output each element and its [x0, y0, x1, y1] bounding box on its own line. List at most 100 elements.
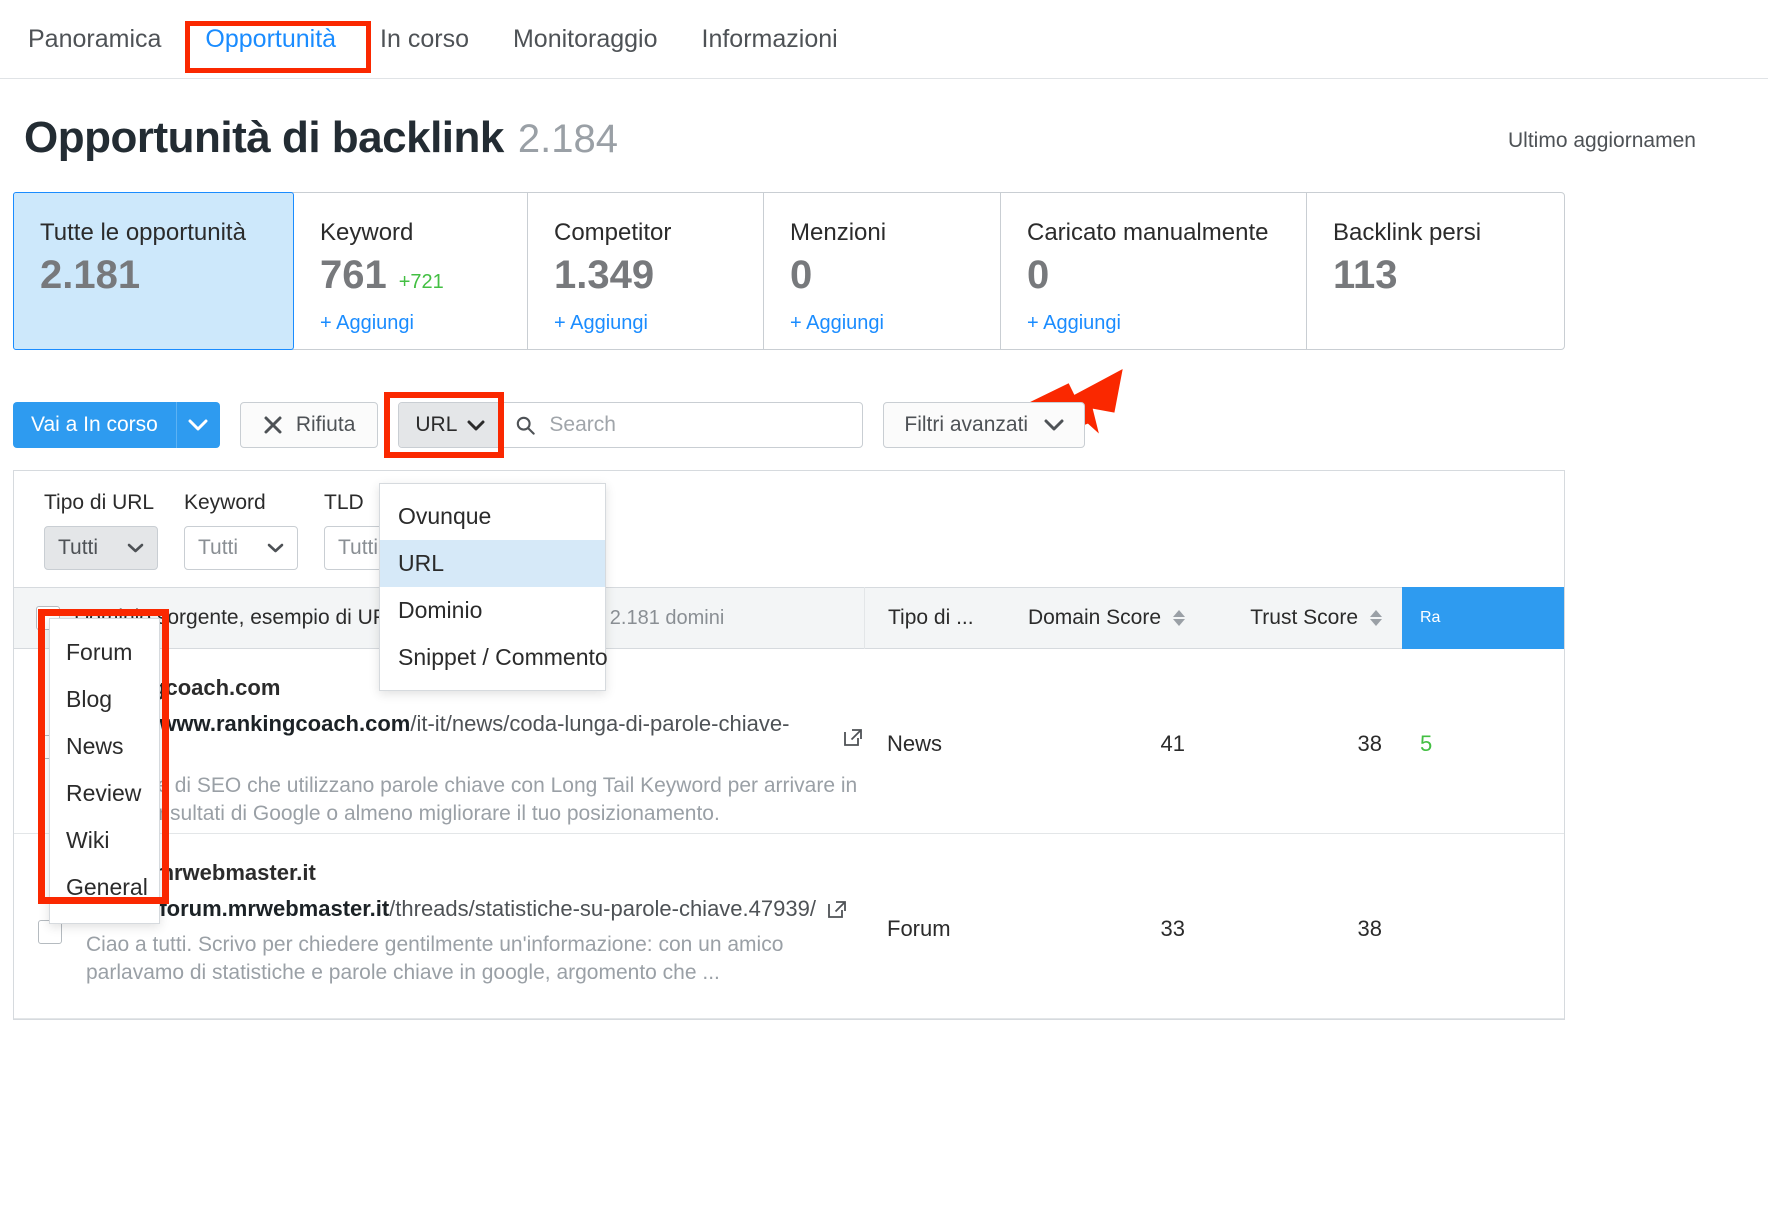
row-url[interactable]: https://forum.mrwebmaster.it/threads/sta…: [86, 896, 864, 922]
search-input-wrap: [502, 403, 862, 447]
stat-card-competitor[interactable]: Competitor 1.349 + Aggiungi: [528, 193, 764, 349]
row-trust-score: 38: [1205, 860, 1402, 1018]
last-update-label: Ultimo aggiornamen: [1508, 129, 1768, 153]
search-group: URL: [398, 402, 863, 448]
main-navbar: Panoramica Opportunità In corso Monitora…: [0, 0, 1768, 79]
row-url[interactable]: https://www.rankingcoach.com/it-it/news/…: [86, 711, 864, 763]
stat-card-label: Menzioni: [790, 219, 1000, 247]
external-link-icon[interactable]: [826, 898, 848, 920]
url-type-option-blog[interactable]: Blog: [50, 676, 159, 723]
scope-option-url[interactable]: URL: [380, 540, 605, 587]
nav-item-in-corso[interactable]: In corso: [380, 25, 469, 54]
stat-card-caricato-manualmente[interactable]: Caricato manualmente 0 + Aggiungi: [1001, 193, 1307, 349]
search-scope-value: URL: [415, 413, 457, 437]
nav-item-monitoraggio[interactable]: Monitoraggio: [513, 25, 658, 54]
table-row[interactable]: forum.mrwebmaster.it https://forum.mrweb…: [14, 834, 1564, 1019]
page-title: Opportunità di backlink: [24, 113, 504, 163]
sort-icon[interactable]: [1368, 609, 1384, 627]
row-domain-cell: rankingcoach.com https://www.rankingcoac…: [74, 675, 864, 833]
table-header-row: Dominio sorgente, esempio di URL e snipp…: [14, 587, 1564, 649]
nav-item-opportunita[interactable]: Opportunità: [205, 25, 336, 54]
stat-card-keyword[interactable]: Keyword 761 +721 + Aggiungi: [294, 193, 528, 349]
column-header-type[interactable]: Tipo di ...: [864, 587, 1019, 649]
filter-label: Tipo di URL: [44, 491, 158, 515]
row-url-path-part: /threads/statistiche-su-parole-chiave.47…: [389, 896, 816, 921]
stat-card-add-link[interactable]: + Aggiungi: [554, 312, 648, 335]
row-rank: 5: [1402, 675, 1564, 833]
filter-keyword: Keyword Tutti: [184, 491, 298, 570]
stat-card-label: Tutte le opportunità: [40, 219, 293, 247]
opportunities-toolbar: Vai a In corso Rifiuta URL Filtri avanza…: [13, 402, 1768, 448]
stat-card-menzioni[interactable]: Menzioni 0 + Aggiungi: [764, 193, 1001, 349]
stat-card-add-link[interactable]: + Aggiungi: [1027, 312, 1121, 335]
search-input[interactable]: [547, 412, 848, 438]
chevron-down-icon: [127, 543, 144, 553]
opportunities-table: Dominio sorgente, esempio di URL e snipp…: [13, 587, 1565, 1020]
filter-url-type-select[interactable]: Tutti: [44, 526, 158, 570]
search-scope-dropdown-menu: Ovunque URL Dominio Snippet / Commento: [379, 483, 606, 691]
stat-card-number: 0: [790, 253, 812, 298]
chevron-down-icon: [188, 419, 208, 431]
filter-value: Tutti: [198, 536, 238, 560]
stat-card-add-link[interactable]: + Aggiungi: [790, 312, 884, 335]
stat-card-value: 1.349: [554, 253, 763, 298]
row-domain-cell: forum.mrwebmaster.it https://forum.mrweb…: [74, 860, 864, 1018]
chevron-down-icon: [267, 543, 284, 553]
filter-keyword-select[interactable]: Tutti: [184, 526, 298, 570]
row-type: News: [864, 675, 1019, 833]
scope-option-snippet-commento[interactable]: Snippet / Commento: [380, 634, 605, 681]
sort-icon[interactable]: [1171, 609, 1187, 627]
column-header-rank[interactable]: Ra: [1402, 587, 1564, 649]
url-type-option-wiki[interactable]: Wiki: [50, 817, 159, 864]
stat-card-label: Caricato manualmente: [1027, 219, 1306, 247]
stat-card-value: 761 +721: [320, 253, 527, 298]
go-to-in-progress-button[interactable]: Vai a In corso: [13, 402, 176, 448]
reject-button[interactable]: Rifiuta: [240, 402, 379, 448]
advanced-filters-label: Filtri avanzati: [904, 413, 1028, 437]
advanced-filters-button[interactable]: Filtri avanzati: [883, 402, 1085, 448]
row-domain-score: 33: [1019, 860, 1205, 1018]
stat-card-backlink-persi[interactable]: Backlink persi 113: [1307, 193, 1563, 349]
stat-card-number: 2.181: [40, 253, 140, 298]
stat-card-value: 0: [1027, 253, 1306, 298]
stat-card-label: Backlink persi: [1333, 219, 1563, 247]
filter-label: Keyword: [184, 491, 298, 515]
url-type-option-review[interactable]: Review: [50, 770, 159, 817]
column-header-trust-score[interactable]: Trust Score: [1205, 606, 1402, 630]
url-type-option-general[interactable]: General: [50, 864, 159, 911]
stat-cards: Tutte le opportunità 2.181 Keyword 761 +…: [13, 192, 1565, 350]
row-rank: [1402, 860, 1564, 1018]
stat-card-value: 2.181: [40, 253, 293, 298]
table-row[interactable]: rankingcoach.com https://www.rankingcoac…: [14, 649, 1564, 834]
row-domain-name: forum.mrwebmaster.it: [86, 860, 864, 886]
filter-row: Tipo di URL Tutti Keyword Tutti TLD Tutt…: [44, 491, 1564, 570]
filter-value: Tutti: [58, 536, 98, 560]
page-header: Opportunità di backlink 2.184 Ultimo agg…: [0, 79, 1768, 163]
reject-button-label: Rifiuta: [296, 413, 356, 437]
go-to-in-progress-caret-button[interactable]: [176, 402, 220, 448]
url-type-option-forum[interactable]: Forum: [50, 629, 159, 676]
scope-option-ovunque[interactable]: Ovunque: [380, 493, 605, 540]
column-header-domain-score-label: Domain Score: [1028, 606, 1161, 630]
column-header-type-label: Tipo di ...: [888, 606, 974, 630]
stat-card-number: 0: [1027, 253, 1049, 298]
sort-arrows-icon: [1368, 609, 1384, 627]
external-link-icon[interactable]: [842, 726, 864, 748]
chevron-down-icon: [1044, 419, 1064, 431]
nav-item-informazioni[interactable]: Informazioni: [702, 25, 838, 54]
row-snippet: Ciao a tutti. Scrivo per chiedere gentil…: [86, 931, 864, 987]
search-scope-select[interactable]: URL: [399, 403, 502, 447]
stat-card-add-link[interactable]: + Aggiungi: [320, 312, 414, 335]
url-type-option-news[interactable]: News: [50, 723, 159, 770]
column-header-trust-score-label: Trust Score: [1250, 606, 1358, 630]
scope-option-dominio[interactable]: Dominio: [380, 587, 605, 634]
row-trust-score: 38: [1205, 675, 1402, 833]
column-header-rank-label: Ra: [1420, 609, 1440, 627]
chevron-down-icon: [467, 420, 485, 431]
stat-card-all-opportunities[interactable]: Tutte le opportunità 2.181: [13, 192, 294, 350]
nav-item-panoramica[interactable]: Panoramica: [28, 25, 161, 54]
column-header-domain-score[interactable]: Domain Score: [1019, 606, 1205, 630]
stat-card-delta: +721: [399, 271, 444, 294]
row-snippet: Tecniche di SEO che utilizzano parole ch…: [86, 772, 864, 828]
stat-card-number: 113: [1333, 253, 1398, 298]
